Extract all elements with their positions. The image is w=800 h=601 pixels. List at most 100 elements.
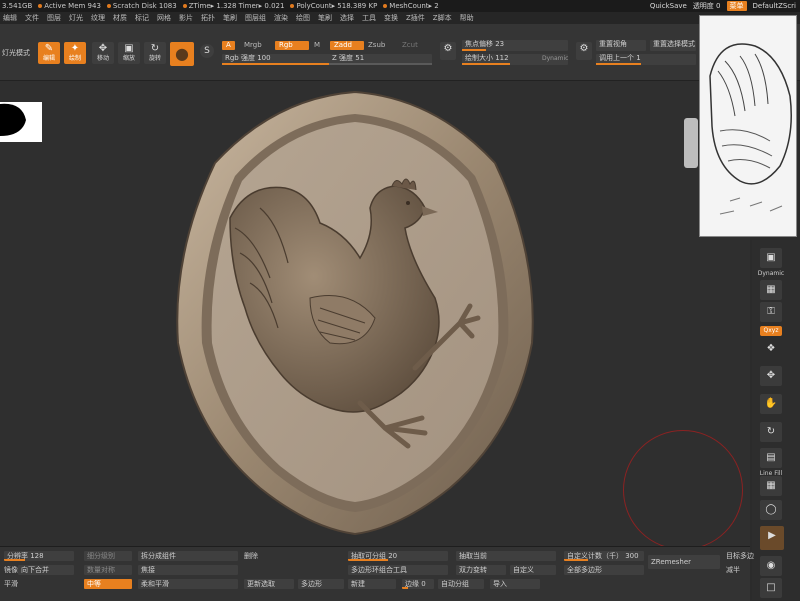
memory-readout: 3.541GB: [2, 2, 33, 10]
scale-view-button[interactable]: ✋: [760, 394, 782, 414]
persp-button[interactable]: ▦: [760, 280, 782, 300]
zadd-toggle[interactable]: Zadd: [330, 41, 364, 50]
move-button[interactable]: ✥ 移动: [92, 42, 114, 64]
split-button[interactable]: 拆分成组件: [138, 551, 238, 561]
menu-item[interactable]: 笔刷: [318, 13, 332, 23]
move-view-icon: ✥: [766, 370, 776, 381]
menu-item[interactable]: Z脚本: [433, 13, 452, 23]
merge-down-button[interactable]: 向下合并: [18, 565, 74, 575]
recall-last-slider[interactable]: 调用上一个 1: [596, 54, 696, 65]
scale-button[interactable]: ▣ 缩放: [118, 42, 140, 64]
extra-button[interactable]: □: [760, 578, 782, 598]
menu-item[interactable]: 工具: [362, 13, 376, 23]
relief-model[interactable]: [160, 88, 550, 538]
global-button[interactable]: 全部多边形: [564, 565, 644, 575]
xpose-button[interactable]: ◉: [760, 556, 782, 576]
brush-button[interactable]: ●: [170, 42, 194, 66]
menu-item[interactable]: 影片: [179, 13, 193, 23]
active-mem: Active Mem 943: [38, 2, 101, 10]
delete-label[interactable]: 删除: [244, 551, 258, 561]
rotate-axis-button[interactable]: ❖: [760, 342, 782, 356]
light-mode-label: 灯光模式: [2, 49, 30, 57]
menu-item[interactable]: 渲染: [274, 13, 288, 23]
auto-group-button[interactable]: 自动分组: [438, 579, 484, 589]
smooth-label: 平滑: [4, 580, 18, 588]
floating-palette-icon[interactable]: [684, 118, 698, 168]
edit-button[interactable]: ✎ 编辑: [38, 42, 60, 64]
focal-shift-slider[interactable]: 焦点偏移 23: [462, 40, 568, 51]
view-gear-button[interactable]: ⚙: [576, 42, 592, 60]
alpha-shape-icon: [0, 103, 26, 136]
custom-count-slider[interactable]: 自定义计数（千） 300: [564, 551, 644, 561]
weld-button[interactable]: 焦接: [138, 565, 238, 575]
menu-item[interactable]: 变换: [384, 13, 398, 23]
double-button[interactable]: 双力变转: [456, 565, 506, 575]
reset-view-button[interactable]: 重置视角: [596, 40, 646, 51]
reset-selection-button[interactable]: 重置选择模式: [650, 40, 696, 51]
custom-button[interactable]: 自定义: [510, 565, 556, 575]
rotate-button[interactable]: ↻ 旋转: [144, 42, 166, 64]
menu-item[interactable]: Z插件: [406, 13, 425, 23]
rotate-view-button[interactable]: ↻: [760, 422, 782, 442]
rgb-toggle[interactable]: Rgb: [275, 41, 309, 50]
subdiv-level-slider[interactable]: 细分级别: [84, 551, 132, 561]
a-toggle[interactable]: A: [222, 41, 235, 50]
frame-button[interactable]: ▤: [760, 448, 782, 468]
gear-button[interactable]: ⚙: [440, 42, 456, 60]
menu-item[interactable]: 拓扑: [201, 13, 215, 23]
material-icon: S: [204, 46, 210, 56]
menu-item[interactable]: 灯光: [69, 13, 83, 23]
menu-item[interactable]: 材质: [113, 13, 127, 23]
sharpen-button[interactable]: 多边形: [298, 579, 344, 589]
hand-icon: ✋: [764, 398, 778, 409]
menu-item[interactable]: 文件: [25, 13, 39, 23]
bpr-icon: ▣: [766, 252, 776, 263]
extract-current-button[interactable]: 抽取当前: [456, 551, 556, 561]
mask-by-button[interactable]: 数量对称: [84, 565, 132, 575]
medium-toggle[interactable]: 中等: [84, 579, 132, 589]
move-view-button[interactable]: ✥: [760, 366, 782, 386]
menu-item[interactable]: 网格: [157, 13, 171, 23]
soft-smooth-button[interactable]: 柔和平滑: [138, 579, 238, 589]
menu-item[interactable]: 标记: [135, 13, 149, 23]
zcut-toggle[interactable]: Zcut: [398, 41, 422, 50]
menu-item[interactable]: 图层: [47, 13, 61, 23]
draw-button[interactable]: ✦ 绘制: [64, 42, 86, 64]
transparency-slider[interactable]: 透明度 0: [693, 1, 721, 11]
new-button[interactable]: 新建: [348, 579, 396, 589]
mirror-label[interactable]: 镜像: [4, 565, 18, 575]
import-button[interactable]: 导入: [490, 579, 540, 589]
bottom-bar: 分辨率 128 细分级别 拆分成组件 删除 抽取可分组 20 抽取当前 自定义计…: [0, 546, 754, 601]
menu-item[interactable]: 纹理: [91, 13, 105, 23]
quicksave-button[interactable]: QuickSave: [650, 2, 687, 10]
menu-item[interactable]: 选择: [340, 13, 354, 23]
border-slider[interactable]: 边缘 0: [402, 579, 434, 589]
draw-size-slider[interactable]: 绘制大小 112 Dynamic: [462, 54, 568, 65]
menu-item[interactable]: 图层组: [245, 13, 266, 23]
menu-item[interactable]: 编辑: [3, 13, 17, 23]
menu-item[interactable]: 笔刷: [223, 13, 237, 23]
menu-toggle[interactable]: 菜单: [726, 1, 747, 11]
xyz-toggle[interactable]: Qxyz: [760, 326, 782, 336]
polyf-button[interactable]: ▦: [760, 476, 782, 496]
bpr-button[interactable]: ▣: [760, 248, 782, 268]
scratch-disk: Scratch Disk 1083: [106, 2, 177, 10]
solo-button[interactable]: ▶: [760, 526, 784, 550]
menu-item[interactable]: 绘图: [296, 13, 310, 23]
scale-icon: ▣: [124, 43, 134, 54]
extract-slider[interactable]: 抽取可分组 20: [348, 551, 448, 561]
polyloop-button[interactable]: 多边形环组合工具: [348, 565, 448, 575]
material-button[interactable]: S: [200, 44, 214, 58]
m-toggle[interactable]: M: [310, 41, 324, 50]
subdiv-slider[interactable]: 分辨率 128: [4, 551, 74, 561]
default-script-button[interactable]: DefaultZScri: [753, 2, 797, 10]
zsub-toggle[interactable]: Zsub: [364, 41, 389, 50]
rotate-icon: ↻: [150, 43, 160, 54]
rgb-intensity-slider[interactable]: Rgb 强度 100 Z 强度 51: [222, 54, 432, 65]
transp-button[interactable]: ◯: [760, 500, 782, 520]
mrgb-toggle[interactable]: Mrgb: [240, 41, 266, 50]
floor-button[interactable]: ⚿: [760, 302, 782, 322]
zremesher-button[interactable]: ZRemesher: [648, 555, 720, 569]
menu-item[interactable]: 帮助: [460, 13, 474, 23]
remesh-button[interactable]: 更新选取: [244, 579, 294, 589]
